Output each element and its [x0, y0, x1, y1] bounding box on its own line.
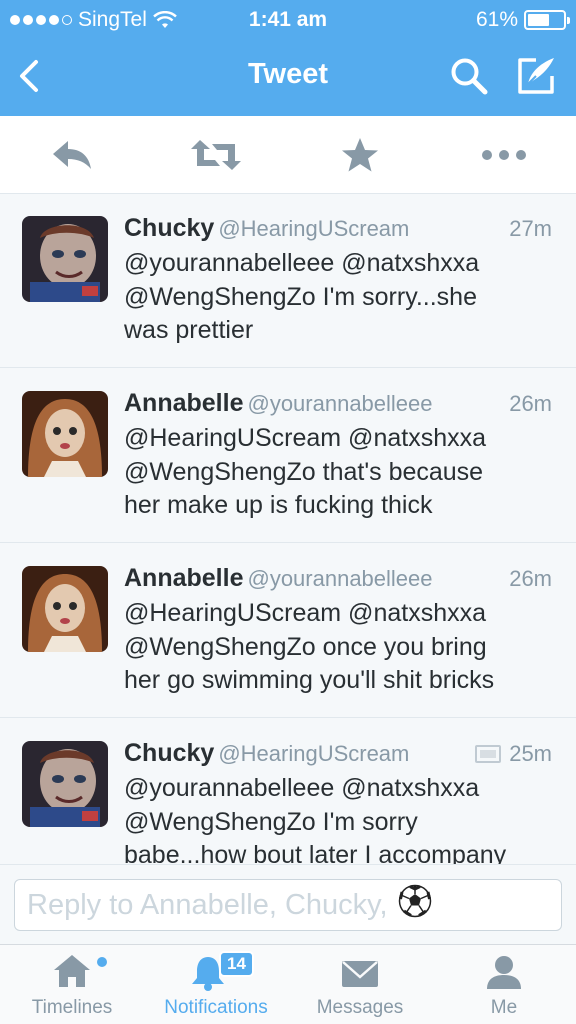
author-line[interactable]: Annabelle @yourannabelleee [124, 389, 433, 418]
display-name: Annabelle [124, 389, 244, 417]
home-icon [54, 955, 90, 987]
avatar[interactable] [22, 566, 108, 652]
reply-icon [53, 141, 91, 169]
soccer-ball-icon [398, 884, 431, 918]
search-button[interactable] [448, 56, 492, 96]
user-handle: @HearingUScream [218, 741, 410, 766]
reply-input[interactable]: Reply to Annabelle, Chucky, [14, 879, 562, 931]
tweet-time: 27m [509, 216, 552, 242]
display-name: Annabelle [124, 564, 244, 592]
timestamp: 26m [509, 391, 552, 416]
author-line[interactable]: Chucky @HearingUScream [124, 214, 409, 243]
app-header: SingTel 1:41 am 61% Tweet [0, 0, 576, 116]
timestamp: 27m [509, 216, 552, 241]
nav-bar: Tweet [0, 38, 576, 116]
favorite-star-icon [342, 138, 378, 172]
tab-label-messages: Messages [316, 997, 404, 1018]
author-line[interactable]: Chucky @HearingUScream [124, 739, 409, 768]
reply-button[interactable] [42, 134, 102, 176]
tab-me[interactable]: Me [432, 945, 576, 1024]
avatar[interactable] [22, 391, 108, 477]
tab-label-timelines: Timelines [31, 997, 113, 1018]
timestamp: 26m [509, 566, 552, 591]
envelope-icon [342, 961, 378, 987]
tab-messages[interactable]: Messages [288, 945, 432, 1024]
more-dots-icon [482, 150, 526, 160]
display-name: Chucky [124, 214, 215, 242]
battery-icon [524, 10, 570, 30]
tweet-time: 26m [509, 566, 552, 592]
tweet-text: @yourannabelleee @natxshxxa @WengShengZo… [124, 774, 507, 869]
notification-count-badge: 14 [219, 951, 254, 977]
tweet-row[interactable]: Chucky @HearingUScream 27m @yourannabelleee… [0, 194, 576, 368]
compose-icon [518, 58, 554, 94]
soccer-ball-emoji [398, 884, 432, 926]
retweet-button[interactable] [186, 134, 246, 176]
tweet-text: @HearingUScream @natxshxxa @WengShengZo … [124, 599, 495, 694]
favorite-button[interactable] [330, 134, 390, 176]
battery-percent: 61% [475, 8, 518, 31]
reply-bar: Reply to Annabelle, Chucky, [0, 864, 576, 944]
user-handle: @yourannabelleee [247, 566, 433, 591]
display-name: Chucky [124, 739, 215, 767]
tweet-action-bar [0, 116, 576, 194]
reply-placeholder: Reply to Annabelle, Chucky, [27, 888, 388, 921]
new-content-dot [97, 957, 107, 967]
tab-label-notifications: Notifications [164, 997, 268, 1018]
tweet-row[interactable]: Annabelle @yourannabelleee 26m @HearingUScr… [0, 544, 576, 718]
user-handle: @yourannabelleee [247, 391, 433, 416]
timestamp: 25m [509, 741, 552, 766]
tweet-text: @HearingUScream @natxshxxa @WengShengZo … [124, 424, 486, 519]
more-button[interactable] [474, 134, 534, 176]
avatar[interactable] [22, 216, 108, 302]
status-right: 61% [475, 8, 570, 32]
tweet-time: 25m [475, 741, 552, 767]
compose-button[interactable] [514, 54, 560, 96]
tab-timelines[interactable]: Timelines [0, 945, 144, 1024]
author-line[interactable]: Annabelle @yourannabelleee [124, 564, 433, 593]
media-icon [475, 745, 502, 763]
user-handle: @HearingUScream [218, 216, 410, 241]
search-icon [451, 58, 488, 95]
person-icon [487, 956, 521, 989]
status-bar: SingTel 1:41 am 61% [0, 0, 576, 38]
tab-notifications[interactable]: 14 Notifications [144, 945, 288, 1024]
tweet-row[interactable]: Annabelle @yourannabelleee 26m @HearingUScr… [0, 369, 576, 543]
tab-label-me: Me [490, 997, 518, 1018]
tweet-text: @yourannabelleee @natxshxxa @WengShengZo… [124, 249, 480, 344]
retweet-icon [191, 140, 241, 170]
avatar[interactable] [22, 741, 108, 827]
tweet-time: 26m [509, 391, 552, 417]
tab-bar: Timelines 14 Notifications Messages Me [0, 944, 576, 1024]
